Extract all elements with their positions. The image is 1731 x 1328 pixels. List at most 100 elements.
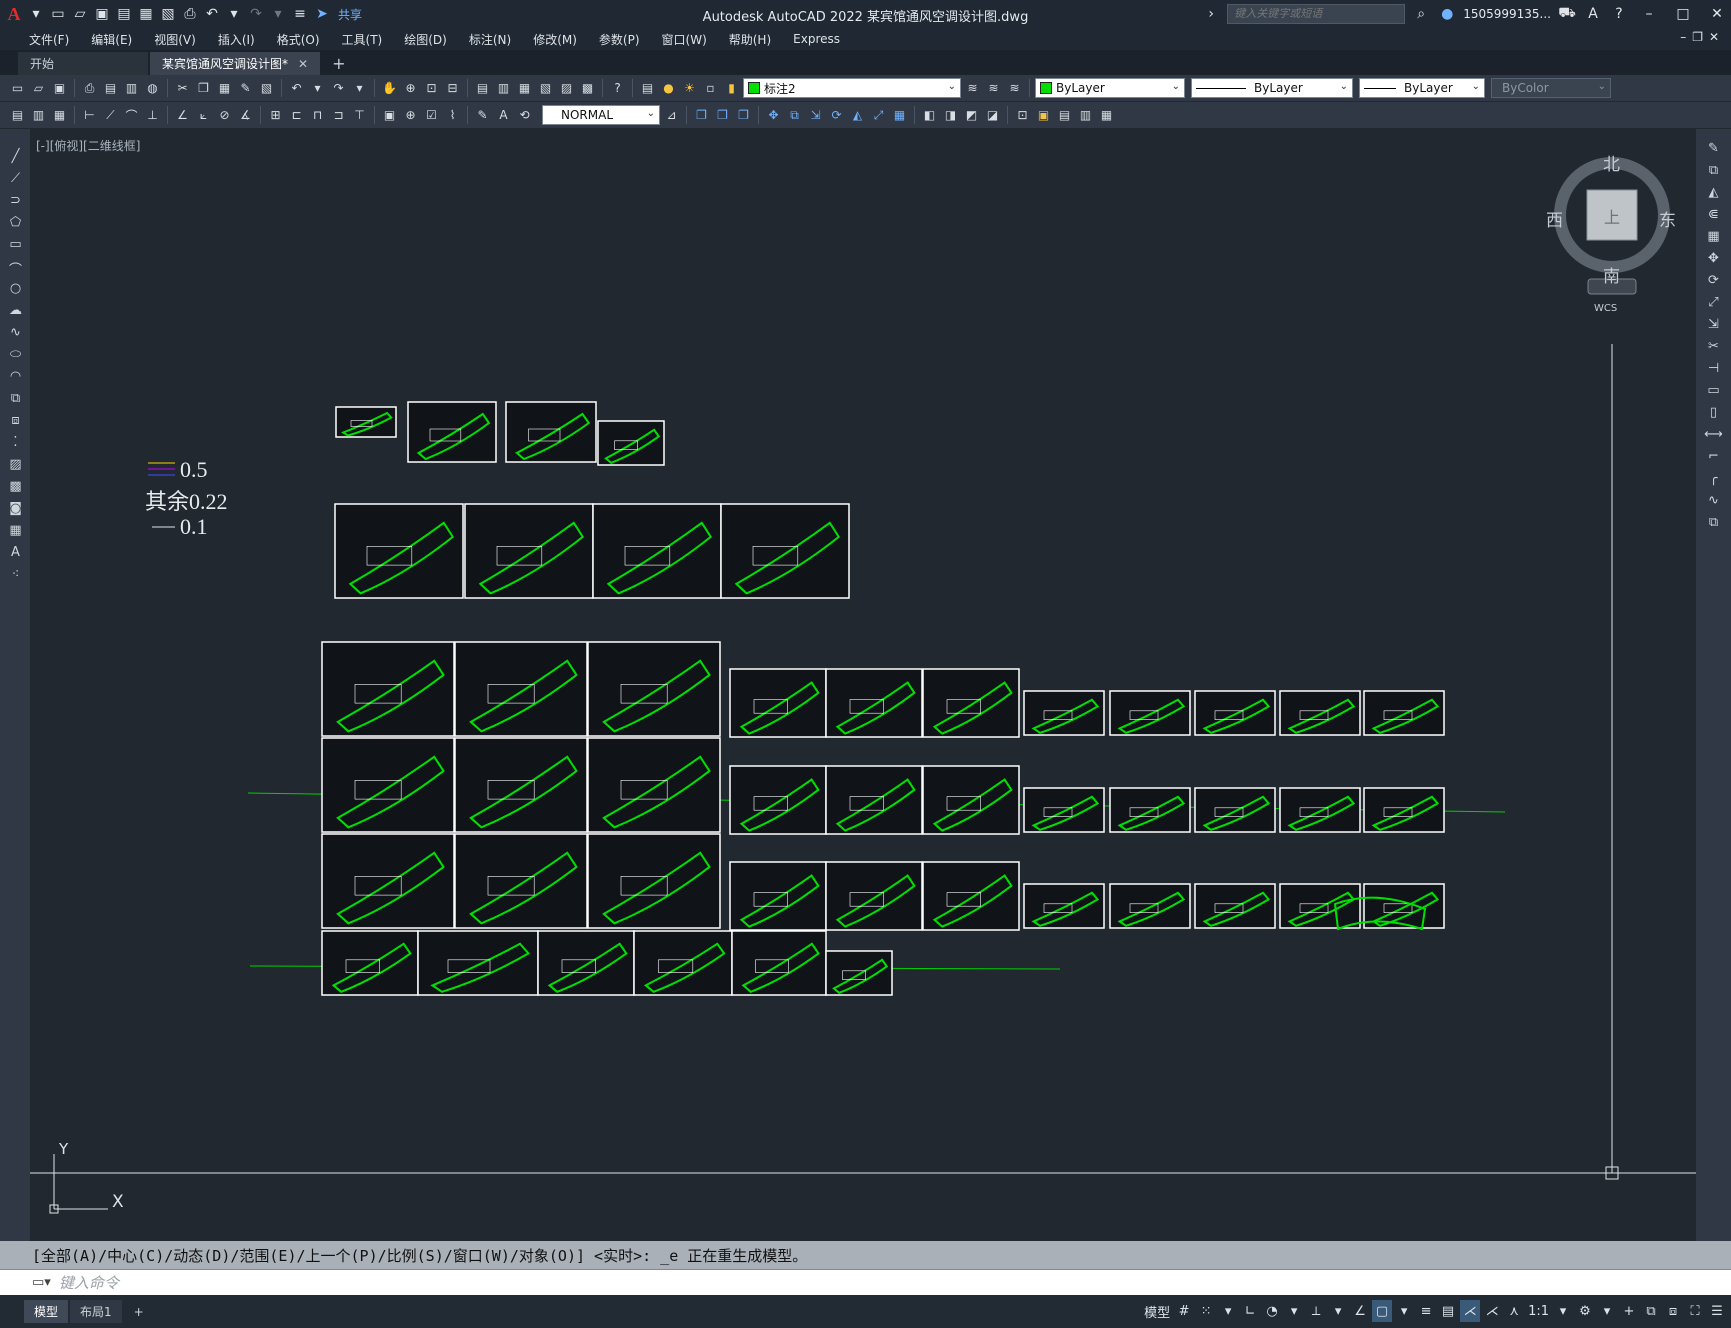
- sheet-frame[interactable]: [407, 401, 497, 463]
- sheet-set-icon[interactable]: ▧: [536, 79, 555, 98]
- help-icon[interactable]: ?: [608, 79, 627, 98]
- save-icon[interactable]: ▣: [50, 79, 69, 98]
- autodesk-app-icon[interactable]: A: [1583, 4, 1603, 24]
- web-open-icon[interactable]: ▦: [136, 4, 156, 24]
- dim-break-icon[interactable]: ⊤: [350, 106, 369, 125]
- menu-window[interactable]: 窗口(W): [651, 31, 718, 48]
- isodraft-icon[interactable]: ⟂: [1306, 1300, 1326, 1322]
- center-mark-icon[interactable]: ⊕: [401, 106, 420, 125]
- share-button[interactable]: 共享: [338, 6, 362, 23]
- layer-states-icon[interactable]: ≋: [1005, 79, 1024, 98]
- document-window-controls[interactable]: –❐✕: [1680, 30, 1725, 44]
- design-center-icon[interactable]: ▥: [494, 79, 513, 98]
- sheet-frame[interactable]: [454, 737, 588, 833]
- sheet-frame[interactable]: [922, 668, 1020, 738]
- plus-icon[interactable]: +: [1619, 1300, 1639, 1322]
- sheet-frame[interactable]: [587, 641, 721, 737]
- tolerance-icon[interactable]: ▣: [380, 106, 399, 125]
- open-file-icon[interactable]: ▱: [70, 4, 90, 24]
- command-input-bar[interactable]: ▭▾ 键入命令: [0, 1269, 1731, 1295]
- layer-dropdown[interactable]: 标注2 ⌄: [743, 78, 961, 98]
- isolate-objects-icon[interactable]: ⧉: [1641, 1300, 1661, 1322]
- drawing-canvas[interactable]: [30, 129, 1696, 1241]
- insert-block-icon[interactable]: ◩: [962, 106, 981, 125]
- customize-status-icon[interactable]: ☰: [1707, 1300, 1727, 1322]
- aligned-dim-icon[interactable]: ⟋: [101, 106, 120, 125]
- layer-properties-icon[interactable]: ▤: [638, 79, 657, 98]
- publish-icon[interactable]: ▥: [122, 79, 141, 98]
- app-menu-button[interactable]: A: [4, 4, 24, 24]
- undo-dropdown-icon[interactable]: ▾: [308, 79, 327, 98]
- tab-start[interactable]: 开始: [18, 52, 148, 75]
- chevron-down-icon[interactable]: ▾: [1597, 1300, 1617, 1322]
- sheet-frame[interactable]: [321, 833, 455, 929]
- add-layout-button[interactable]: +: [124, 1302, 154, 1322]
- arc-length-icon[interactable]: ⌒: [122, 106, 141, 125]
- viewport-label[interactable]: [-][俯视][二维线框]: [36, 137, 140, 154]
- menu-modify[interactable]: 修改(M): [522, 31, 588, 48]
- make-block-icon[interactable]: ⧈: [6, 413, 25, 431]
- help-icon[interactable]: ?: [1609, 4, 1629, 24]
- quickcalc-icon[interactable]: ▩: [578, 79, 597, 98]
- menu-draw[interactable]: 绘图(D): [393, 31, 458, 48]
- sheet-frame[interactable]: [505, 401, 597, 463]
- minimize-button[interactable]: –: [1635, 6, 1663, 22]
- sheet-frame[interactable]: [321, 930, 419, 996]
- model-space-button[interactable]: 模型: [1142, 1300, 1172, 1322]
- sheet-frame[interactable]: [321, 737, 455, 833]
- mirror-icon[interactable]: ◭: [848, 106, 867, 125]
- line-icon[interactable]: ╱: [6, 149, 25, 167]
- plot-icon[interactable]: ⎙: [80, 79, 99, 98]
- recent-commands-icon[interactable]: ▭▾: [32, 1275, 51, 1290]
- ellipse-icon[interactable]: ⬭: [6, 347, 25, 365]
- circle-icon[interactable]: ○: [6, 281, 25, 299]
- sheet-frame[interactable]: [537, 930, 635, 996]
- hardware-acceleration-icon[interactable]: ⧈: [1663, 1300, 1683, 1322]
- send-back-icon[interactable]: ▦: [50, 106, 69, 125]
- polygon-icon[interactable]: ⬠: [6, 215, 25, 233]
- menu-parameters[interactable]: 参数(P): [588, 31, 651, 48]
- menu-dimension[interactable]: 标注(N): [458, 31, 522, 48]
- rotate-icon[interactable]: ⟳: [1704, 273, 1723, 291]
- ordinate-dim-icon[interactable]: ⊥: [143, 106, 162, 125]
- clean-screen-icon[interactable]: ⛶: [1685, 1300, 1705, 1322]
- extend-icon[interactable]: ⊣: [1704, 361, 1723, 379]
- dim-space-icon[interactable]: ⊐: [329, 106, 348, 125]
- block-editor-icon[interactable]: ▧: [257, 79, 276, 98]
- paste-special-icon[interactable]: ❐: [734, 106, 753, 125]
- ole-icon[interactable]: ▥: [1076, 106, 1095, 125]
- sheet-frame[interactable]: [454, 833, 588, 929]
- open-icon[interactable]: ▱: [29, 79, 48, 98]
- sheet-frame[interactable]: [922, 765, 1020, 835]
- stretch-icon[interactable]: ⇲: [1704, 317, 1723, 335]
- new-file-icon[interactable]: ▭: [48, 4, 68, 24]
- move-icon[interactable]: ✥: [1704, 251, 1723, 269]
- scale-icon[interactable]: ⤢: [1704, 295, 1723, 313]
- copy-obj-icon[interactable]: ⧉: [785, 106, 804, 125]
- lineweight-icon[interactable]: ≡: [1416, 1300, 1436, 1322]
- write-block-icon[interactable]: ◨: [941, 106, 960, 125]
- chevron-down-icon[interactable]: ▾: [1218, 1300, 1238, 1322]
- new-tab-button[interactable]: +: [322, 54, 355, 75]
- rotate-icon[interactable]: ⟳: [827, 106, 846, 125]
- jogged-dim-icon[interactable]: ⟀: [194, 106, 213, 125]
- plotstyle-dropdown[interactable]: ByColor ⌄: [1491, 78, 1611, 98]
- compass-east[interactable]: 东: [1659, 206, 1676, 231]
- copy-base-icon[interactable]: ❐: [713, 106, 732, 125]
- properties-icon[interactable]: ▤: [473, 79, 492, 98]
- inspection-icon[interactable]: ☑: [422, 106, 441, 125]
- compass-south[interactable]: 南: [1603, 262, 1620, 287]
- annotation-scale-icon[interactable]: ⋏: [1504, 1300, 1524, 1322]
- dimension-style-icon[interactable]: ⊿: [662, 106, 681, 125]
- radius-dim-icon[interactable]: ∠: [173, 106, 192, 125]
- undo-dropdown-icon[interactable]: ▾: [224, 4, 244, 24]
- redo-icon[interactable]: ↷: [246, 4, 266, 24]
- angular-dim-icon[interactable]: ∡: [236, 106, 255, 125]
- hatch-icon[interactable]: ▨: [6, 457, 25, 475]
- lineweight-dropdown[interactable]: ByLayer ⌄: [1359, 78, 1485, 98]
- sheet-frame[interactable]: [587, 833, 721, 929]
- chevron-down-icon[interactable]: ▾: [1328, 1300, 1348, 1322]
- dimedit-icon[interactable]: ✎: [473, 106, 492, 125]
- copy-icon[interactable]: ❐: [194, 79, 213, 98]
- annotation-visibility-icon[interactable]: ⋌: [1460, 1300, 1481, 1322]
